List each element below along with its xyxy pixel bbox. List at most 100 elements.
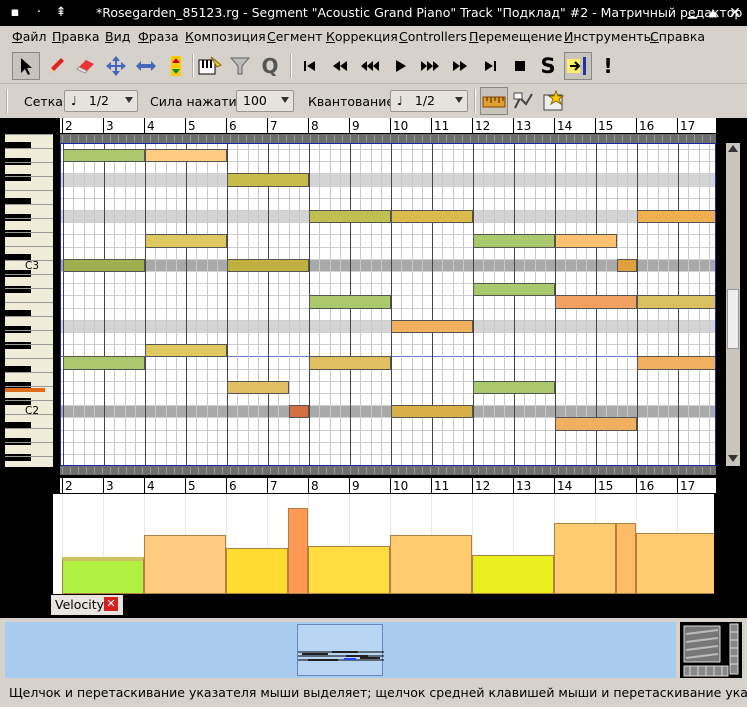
velocity-bar[interactable] <box>636 533 714 594</box>
note[interactable] <box>309 210 391 224</box>
scroll-up-icon[interactable] <box>728 145 738 152</box>
vertical-scrollbar[interactable] <box>726 143 740 466</box>
quantize-button[interactable]: Q <box>256 52 284 80</box>
piano-keyboard[interactable]: C3 C2 <box>5 134 53 467</box>
select-tool-button[interactable] <box>12 52 40 80</box>
velocity-bar[interactable] <box>472 555 554 594</box>
note[interactable] <box>145 344 227 358</box>
note[interactable] <box>63 258 145 272</box>
velocity-bar[interactable] <box>554 523 616 594</box>
note[interactable] <box>63 149 145 163</box>
scroll-down-icon[interactable] <box>728 455 738 462</box>
fast-forward-button[interactable] <box>416 52 444 80</box>
note[interactable] <box>145 234 227 248</box>
segment-overview[interactable] <box>5 622 676 678</box>
ruler-bar-number: 15 <box>598 479 614 493</box>
note[interactable] <box>637 295 715 309</box>
chord-button[interactable] <box>196 52 224 80</box>
velocity-bar[interactable] <box>390 535 472 594</box>
loop-button[interactable] <box>564 52 592 80</box>
note[interactable] <box>227 258 309 272</box>
note[interactable] <box>309 295 391 309</box>
white-key-divider <box>5 442 53 443</box>
solo-button[interactable]: S <box>534 52 562 80</box>
note[interactable] <box>616 258 637 272</box>
fast-rewind-button[interactable] <box>356 52 384 80</box>
bar-ruler-bottom[interactable]: 2 3 4 5 6 7 8 9 10 11 12 13 14 15 16 17 <box>60 478 716 494</box>
note[interactable] <box>227 173 309 187</box>
note[interactable] <box>288 405 309 419</box>
menu-0[interactable]: Файл <box>12 29 47 44</box>
close-tab-icon[interactable]: ✕ <box>104 597 118 611</box>
note[interactable] <box>555 295 637 309</box>
forward-button[interactable] <box>446 52 474 80</box>
menu-3[interactable]: Фраза <box>138 29 179 44</box>
note[interactable] <box>309 356 391 370</box>
menu-1[interactable]: Правка <box>52 29 100 44</box>
rewind-start-button[interactable] <box>296 52 324 80</box>
stop-button[interactable] <box>506 52 534 80</box>
velocity-ruler[interactable] <box>53 494 714 594</box>
note[interactable] <box>63 356 145 370</box>
velocity-tab[interactable]: Velocity ✕ <box>51 595 123 615</box>
resize-tool-button[interactable] <box>132 52 160 80</box>
play-button[interactable] <box>386 52 414 80</box>
velocity-bar[interactable] <box>308 546 390 594</box>
note[interactable] <box>473 234 555 248</box>
ruler-toggle-button[interactable] <box>480 87 508 115</box>
filter-button[interactable] <box>226 52 254 80</box>
menu-9[interactable]: Инструменты <box>564 29 653 44</box>
overview-viewport[interactable] <box>297 624 384 676</box>
move-tool-button[interactable] <box>102 52 130 80</box>
keep-above-icon[interactable]: ⇞ <box>52 4 70 22</box>
scroll-thumb[interactable] <box>727 289 739 349</box>
erase-tool-button[interactable] <box>72 52 100 80</box>
note[interactable] <box>145 149 227 163</box>
bar-ruler-top[interactable]: 2 3 4 5 6 7 8 9 10 11 12 13 14 15 16 17 <box>60 118 716 134</box>
menu-4[interactable]: Композиция <box>185 29 266 44</box>
white-key-divider <box>5 330 53 331</box>
menu-5[interactable]: Сегмент <box>267 29 323 44</box>
property-button[interactable] <box>540 87 568 115</box>
quantize-select[interactable]: ♩ 1/2 <box>390 90 468 112</box>
note[interactable] <box>227 380 289 394</box>
note[interactable] <box>391 405 473 419</box>
velocity-bar[interactable] <box>226 548 288 594</box>
grid-select[interactable]: ♩ 1/2 <box>64 90 138 112</box>
note[interactable] <box>637 356 715 370</box>
velocity-bar[interactable] <box>287 508 308 594</box>
note[interactable] <box>391 210 473 224</box>
note-grid[interactable] <box>60 143 716 466</box>
close-icon[interactable]: ✕ <box>726 4 744 22</box>
menu-accel: К <box>185 29 194 44</box>
velocity-select[interactable]: 100 <box>236 90 294 112</box>
maximize-icon[interactable]: ▲ <box>704 4 722 22</box>
controller-add-button[interactable] <box>510 87 538 115</box>
note[interactable] <box>391 319 473 333</box>
rewind-button[interactable] <box>326 52 354 80</box>
velocity-bar[interactable] <box>62 557 144 594</box>
forward-end-button[interactable] <box>476 52 504 80</box>
gutter-tick <box>686 467 687 474</box>
note[interactable] <box>555 417 637 431</box>
menu-6[interactable]: Коррекция <box>326 29 398 44</box>
velocity-tool-button[interactable] <box>162 52 190 80</box>
menu-10[interactable]: Справка <box>650 29 705 44</box>
gutter-tick <box>438 135 439 142</box>
note[interactable] <box>555 234 617 248</box>
sticky-icon[interactable]: · <box>30 4 48 22</box>
note[interactable] <box>473 380 555 394</box>
menu-2[interactable]: Вид <box>105 29 130 44</box>
note[interactable] <box>473 283 555 297</box>
velocity-bar[interactable] <box>615 523 636 594</box>
draw-tool-button[interactable] <box>42 52 70 80</box>
grid-beat-line <box>524 144 526 465</box>
panic-button[interactable]: ! <box>594 52 622 80</box>
window-menu-icon[interactable]: ▪ <box>6 4 24 22</box>
velocity-bar[interactable] <box>144 535 226 594</box>
gutter-tick <box>270 135 271 142</box>
note[interactable] <box>637 210 715 224</box>
menu-8[interactable]: Перемещение <box>469 29 562 44</box>
minimize-icon[interactable]: ▁ <box>683 4 701 22</box>
menu-7[interactable]: Controllers <box>399 29 467 44</box>
